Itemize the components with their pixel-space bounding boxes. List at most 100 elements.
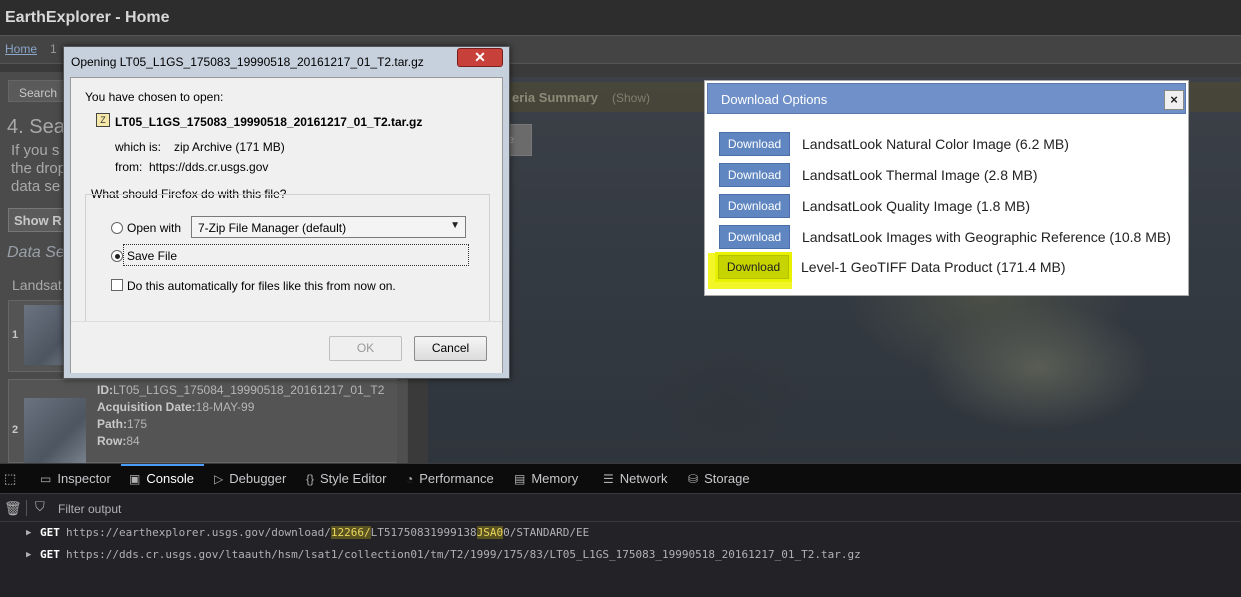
log-url[interactable]: https://earthexplorer.usgs.gov/download/… bbox=[66, 522, 589, 544]
tab-network[interactable]: ☰ Network bbox=[603, 464, 667, 494]
step-intro-text: If you s the drop data se bbox=[11, 142, 67, 195]
download-options-title: Download Options bbox=[721, 92, 828, 107]
devtools-toolbar: ⬚ ▭ Inspector ▣ Console ▷ Debugger {} Style … bbox=[0, 463, 1241, 494]
memory-icon: ▤ bbox=[514, 472, 526, 486]
tab-label: Inspector bbox=[57, 471, 111, 486]
save-file-radio[interactable] bbox=[111, 250, 123, 262]
dialog-close-button[interactable]: ✕ bbox=[457, 48, 503, 67]
open-with-select[interactable]: 7-Zip File Manager (default) ▼ bbox=[191, 216, 466, 238]
tab-storage[interactable]: ⛁ Storage bbox=[688, 464, 750, 494]
tab-label: Performance bbox=[419, 471, 494, 486]
tab-inspector[interactable]: ▭ Inspector bbox=[40, 464, 111, 494]
divider bbox=[26, 500, 27, 516]
dialog-title: Opening LT05_L1GS_175083_19990518_201612… bbox=[71, 55, 424, 69]
path-value: 175 bbox=[127, 417, 148, 431]
criteria-summary-title: eria Summary bbox=[512, 90, 598, 105]
url-highlight: JSA0 bbox=[476, 526, 504, 539]
download-option-row: Download LandsatLook Images with Geograp… bbox=[719, 225, 1179, 249]
console-log-line[interactable]: ▶ GET https://earthexplorer.usgs.gov/dow… bbox=[0, 522, 1241, 544]
auto-checkbox[interactable] bbox=[111, 279, 123, 291]
open-with-radio[interactable] bbox=[111, 222, 123, 234]
dialog-body: You have chosen to open: Z LT05_L1GS_175… bbox=[70, 77, 503, 373]
result-thumbnail[interactable] bbox=[24, 398, 86, 463]
open-with-label[interactable]: Open with bbox=[127, 221, 181, 235]
chevron-down-icon: ▼ bbox=[450, 220, 460, 231]
dataset-name[interactable]: Landsat bbox=[12, 277, 62, 293]
cancel-button[interactable]: Cancel bbox=[414, 336, 487, 361]
result-index: 2 bbox=[12, 424, 19, 436]
dialog-button-area: OK Cancel bbox=[71, 321, 502, 373]
trash-icon[interactable]: 🗑 bbox=[4, 500, 22, 517]
which-value: zip Archive (171 MB) bbox=[174, 140, 285, 154]
download-option-label: LandsatLook Thermal Image (2.8 MB) bbox=[802, 167, 1038, 183]
log-method: GET bbox=[40, 526, 60, 539]
style-editor-icon: {} bbox=[306, 472, 315, 486]
row-label: Row: bbox=[97, 434, 127, 448]
result-row[interactable]: 2 ID:LT05_L1GS_175084_19990518_20161217_… bbox=[8, 379, 398, 463]
debugger-icon: ▷ bbox=[214, 472, 224, 486]
expand-triangle-icon[interactable]: ▶ bbox=[26, 544, 31, 566]
from-label: from: bbox=[115, 160, 143, 174]
window-title: EarthExplorer - Home bbox=[5, 9, 170, 26]
download-option-row: Download Level-1 GeoTIFF Data Product (1… bbox=[718, 255, 1178, 279]
console-log-line[interactable]: ▶ GET https://dds.cr.usgs.gov/ltaauth/hs… bbox=[0, 544, 1241, 566]
which-label: which is: bbox=[115, 140, 162, 154]
expand-triangle-icon[interactable]: ▶ bbox=[26, 522, 31, 544]
url-part: 0/STANDARD/EE bbox=[503, 526, 590, 539]
result-metadata: ID:LT05_L1GS_175084_19990518_20161217_01… bbox=[97, 383, 385, 448]
firefox-open-dialog: Opening LT05_L1GS_175083_19990518_201612… bbox=[63, 46, 510, 379]
open-with-selected: 7-Zip File Manager (default) bbox=[198, 221, 347, 235]
tab-label: Network bbox=[619, 471, 668, 486]
tab-style-editor[interactable]: {} Style Editor bbox=[306, 464, 387, 494]
dialog-filename: LT05_L1GS_175083_19990518_20161217_01_T2… bbox=[115, 115, 423, 129]
network-icon: ☰ bbox=[603, 472, 614, 486]
pick-element-icon[interactable]: ⬚ bbox=[4, 464, 16, 494]
download-option-label: LandsatLook Quality Image (1.8 MB) bbox=[802, 198, 1031, 214]
download-button[interactable]: Download bbox=[719, 225, 790, 249]
filter-input[interactable]: Filter output bbox=[58, 502, 121, 516]
filter-icon: ⛉ bbox=[35, 499, 45, 514]
save-file-label[interactable]: Save File bbox=[127, 249, 177, 263]
action-group: Open with 7-Zip File Manager (default) ▼… bbox=[85, 194, 490, 322]
result-id: LT05_L1GS_175084_19990518_20161217_01_T2 bbox=[113, 383, 385, 397]
download-button[interactable]: Download bbox=[719, 194, 790, 218]
show-results-button[interactable]: Show R bbox=[8, 208, 68, 232]
url-part: https://earthexplorer.usgs.gov/download/ bbox=[66, 526, 331, 539]
acq-label: Acquisition Date: bbox=[97, 400, 196, 414]
window-titlebar: EarthExplorer - Home bbox=[0, 0, 1241, 36]
download-option-row: Download LandsatLook Thermal Image (2.8 … bbox=[719, 163, 1179, 187]
tab-performance[interactable]: ◔ Performance bbox=[406, 464, 494, 494]
acq-date: 18-MAY-99 bbox=[195, 400, 255, 414]
tab-label: Storage bbox=[704, 471, 750, 486]
log-url[interactable]: https://dds.cr.usgs.gov/ltaauth/hsm/lsat… bbox=[66, 544, 861, 566]
row-value: 84 bbox=[126, 434, 140, 448]
download-geotiff-button[interactable]: Download bbox=[718, 255, 789, 279]
download-option-row: Download LandsatLook Natural Color Image… bbox=[719, 132, 1179, 156]
ok-button[interactable]: OK bbox=[329, 336, 402, 361]
download-button[interactable]: Download bbox=[719, 132, 790, 156]
chosen-label: You have chosen to open: bbox=[85, 90, 224, 104]
step-title: 4. Sea bbox=[7, 116, 65, 138]
download-option-label: Level-1 GeoTIFF Data Product (171.4 MB) bbox=[801, 259, 1066, 275]
download-option-label: LandsatLook Natural Color Image (6.2 MB) bbox=[802, 136, 1069, 152]
console-icon: ▣ bbox=[129, 472, 141, 486]
dialog-titlebar: Opening LT05_L1GS_175083_19990518_201612… bbox=[64, 47, 509, 73]
breadcrumb-home-link[interactable]: Home bbox=[5, 42, 37, 56]
auto-label[interactable]: Do this automatically for files like thi… bbox=[127, 279, 396, 293]
url-highlight: 12266/ bbox=[330, 526, 371, 539]
criteria-summary-show-link[interactable]: (Show) bbox=[612, 91, 650, 105]
archive-file-icon: Z bbox=[96, 113, 110, 127]
tab-label: Style Editor bbox=[320, 471, 387, 486]
tab-memory[interactable]: ▤ Memory bbox=[514, 464, 578, 494]
breadcrumb-step[interactable]: 1 bbox=[50, 42, 57, 56]
download-button[interactable]: Download bbox=[719, 163, 790, 187]
tab-debugger[interactable]: ▷ Debugger bbox=[214, 464, 286, 494]
tab-label: Console bbox=[146, 471, 195, 486]
tab-console[interactable]: ▣ Console bbox=[120, 464, 205, 494]
close-button[interactable]: × bbox=[1164, 90, 1184, 110]
download-option-row: Download LandsatLook Quality Image (1.8 … bbox=[719, 194, 1179, 218]
download-option-label: LandsatLook Images with Geographic Refer… bbox=[802, 229, 1171, 245]
inspector-icon: ▭ bbox=[40, 472, 52, 486]
console-filter-bar: 🗑 ⛉ Filter output bbox=[0, 494, 1241, 522]
storage-icon: ⛁ bbox=[688, 472, 699, 486]
